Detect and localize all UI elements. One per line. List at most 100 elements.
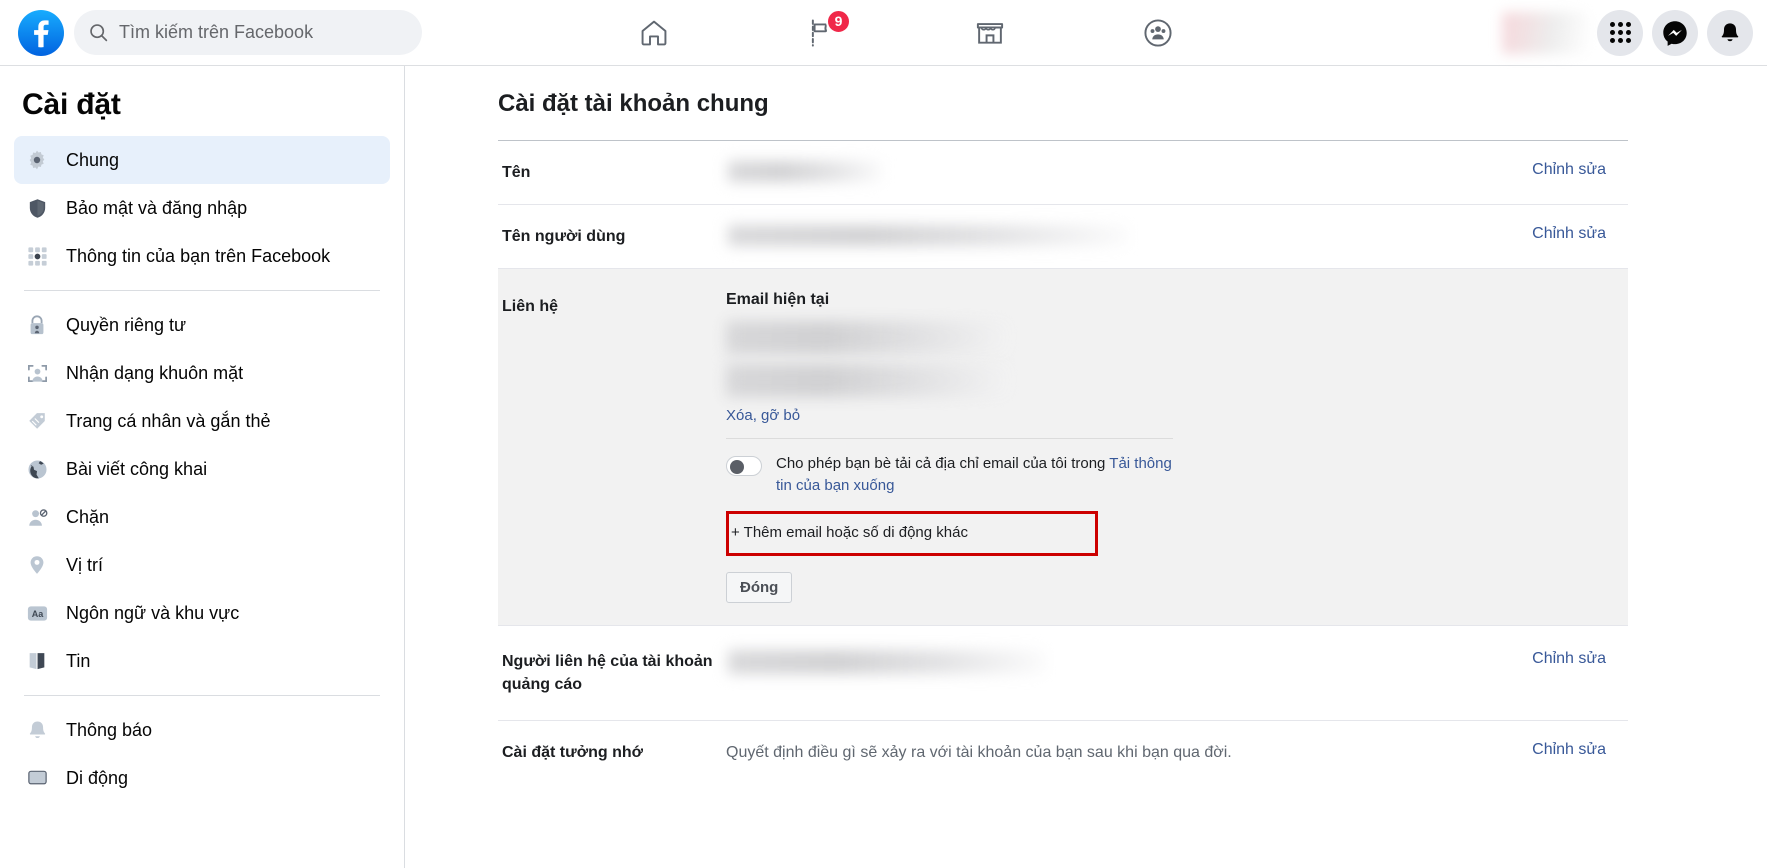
messenger-icon	[1663, 20, 1687, 46]
edit-username-button[interactable]: Chỉnh sửa	[1488, 225, 1628, 243]
sidebar-item-stories[interactable]: Tin	[14, 637, 390, 685]
shield-icon	[24, 195, 50, 221]
edit-memorialization-button[interactable]: Chỉnh sửa	[1488, 741, 1628, 759]
close-button[interactable]: Đóng	[726, 571, 793, 603]
sidebar-item-privacy[interactable]: Quyền riêng tư	[14, 301, 390, 349]
bell-icon	[1721, 22, 1739, 41]
friend-email-download-toggle[interactable]	[726, 456, 762, 477]
sidebar-divider-1	[24, 290, 380, 291]
email-entry	[726, 321, 1458, 355]
sidebar-label: Chặn	[66, 506, 110, 527]
sidebar-label: Trang cá nhân và gắn thẻ	[66, 410, 271, 431]
current-email-heading: Email hiện tại	[726, 291, 830, 309]
nav-tab-groups[interactable]	[1127, 7, 1189, 59]
sidebar-label: Chung	[66, 149, 120, 170]
topbar-left-section: Tìm kiếm trên Facebook	[0, 9, 430, 56]
email-entry	[726, 364, 1458, 398]
sidebar-label: Nhận dạng khuôn mặt	[66, 362, 244, 383]
pages-badge-count: 9	[826, 8, 851, 34]
sidebar-label: Ngôn ngữ và khu vực	[66, 602, 240, 623]
lock-icon	[24, 312, 50, 338]
add-contact-highlight-box: + Thêm email hoặc số di động khác	[726, 510, 1098, 556]
add-email-or-mobile-link[interactable]: + Thêm email hoặc số di động khác	[731, 524, 968, 541]
facebook-logo-icon[interactable]	[18, 9, 64, 56]
sidebar-item-location[interactable]: Vị trí	[14, 541, 390, 589]
store-icon	[976, 22, 1004, 44]
face-recognition-icon	[24, 360, 50, 386]
block-user-icon	[24, 504, 50, 530]
gear-icon	[24, 147, 50, 173]
setting-row-memorialization: Cài đặt tưởng nhớ Quyết định điều gì sẽ …	[498, 721, 1628, 785]
sidebar-item-public-posts[interactable]: Bài viết công khai	[14, 445, 390, 493]
home-icon	[641, 20, 667, 45]
tag-icon	[24, 408, 50, 434]
sidebar-title: Cài đặt	[22, 88, 121, 121]
search-input[interactable]: Tìm kiếm trên Facebook	[74, 10, 422, 55]
sidebar-item-language[interactable]: Aa Ngôn ngữ và khu vực	[14, 589, 390, 637]
nav-tab-marketplace[interactable]	[959, 7, 1021, 59]
search-icon	[90, 24, 108, 42]
notifications-button[interactable]	[1707, 9, 1753, 56]
remove-email-link[interactable]: Xóa, gỡ bỏ	[726, 407, 1458, 424]
setting-row-ad-account-contact: Người liên hệ của tài khoản quảng cáo Ch…	[498, 626, 1628, 720]
edit-name-button[interactable]: Chỉnh sửa	[1488, 161, 1628, 179]
setting-row-username: Tên người dùng Chỉnh sửa	[498, 205, 1628, 268]
language-aa-icon: Aa	[24, 600, 50, 626]
settings-sidebar: Cài đặt Chung Bảo mật và đăng nhập Thông…	[0, 66, 405, 868]
sidebar-label: Bài viết công khai	[66, 458, 208, 479]
sidebar-item-notifications[interactable]: Thông báo	[14, 706, 390, 754]
edit-ad-contact-button[interactable]: Chỉnh sửa	[1488, 650, 1628, 668]
messenger-button[interactable]	[1652, 9, 1698, 56]
sidebar-item-blocking[interactable]: Chặn	[14, 493, 390, 541]
sidebar-item-face-recognition[interactable]: Nhận dạng khuôn mặt	[14, 349, 390, 397]
toggle-description-text: Cho phép bạn bè tải cả địa chỉ email của…	[776, 455, 1110, 473]
friend-email-download-toggle-row: Cho phép bạn bè tải cả địa chỉ email của…	[726, 439, 1176, 509]
nav-tab-home[interactable]	[623, 7, 685, 59]
topbar-right-section	[1502, 9, 1767, 56]
sidebar-label: Di động	[66, 767, 129, 788]
book-icon	[24, 648, 50, 674]
row-value-redacted	[726, 161, 1488, 182]
row-value-redacted	[726, 225, 1488, 247]
mobile-icon	[24, 765, 50, 791]
grid-menu-icon	[1609, 22, 1631, 43]
contact-panel-body: Email hiện tại Xóa, gỡ bỏ Cho phép bạn b…	[726, 291, 1488, 603]
main-content: Cài đặt tài khoản chung Tên Chỉnh sửa Tê…	[406, 66, 1767, 868]
row-label: Tên	[502, 164, 531, 181]
toggle-description: Cho phép bạn bè tải cả địa chỉ email của…	[776, 453, 1176, 497]
search-placeholder-text: Tìm kiếm trên Facebook	[119, 22, 314, 42]
row-label: Tên người dùng	[502, 228, 626, 246]
page-title: Cài đặt tài khoản chung	[498, 90, 769, 117]
sidebar-label: Vị trí	[66, 554, 104, 575]
sidebar-item-security[interactable]: Bảo mật và đăng nhập	[14, 184, 390, 232]
grid-icon	[24, 243, 50, 269]
bell-icon	[24, 717, 50, 743]
grid-menu-button[interactable]	[1597, 9, 1643, 56]
sidebar-item-your-information[interactable]: Thông tin của bạn trên Facebook	[14, 232, 390, 280]
topbar-nav-tabs: 9	[430, 0, 1502, 65]
groups-icon	[1144, 18, 1172, 47]
location-pin-icon	[24, 552, 50, 578]
sidebar-label: Thông báo	[66, 719, 153, 740]
profile-avatar[interactable]	[1502, 11, 1588, 54]
sidebar-item-mobile[interactable]: Di động	[14, 754, 390, 802]
row-label: Người liên hệ của tài khoản quảng cáo	[502, 652, 713, 694]
sidebar-item-profile-tagging[interactable]: Trang cá nhân và gắn thẻ	[14, 397, 390, 445]
sidebar-label: Tin	[66, 650, 91, 671]
row-label: Cài đặt tưởng nhớ	[502, 744, 643, 762]
sidebar-divider-2	[24, 695, 380, 696]
nav-tab-pages[interactable]: 9	[791, 7, 853, 59]
memorialization-description: Quyết định điều gì sẽ xảy ra với tài kho…	[726, 744, 1232, 762]
svg-text:Aa: Aa	[31, 608, 43, 618]
sidebar-label: Thông tin của bạn trên Facebook	[66, 245, 331, 266]
sidebar-label: Quyền riêng tư	[66, 314, 187, 335]
globe-icon	[24, 456, 50, 482]
row-label: Liên hệ	[502, 298, 559, 316]
toggle-knob	[730, 460, 744, 475]
setting-row-contact-expanded: Liên hệ Email hiện tại Xóa, gỡ bỏ Cho ph…	[498, 269, 1628, 625]
sidebar-item-general[interactable]: Chung	[14, 136, 390, 184]
top-navigation-bar: Tìm kiếm trên Facebook 9	[0, 0, 1767, 66]
setting-row-name: Tên Chỉnh sửa	[498, 141, 1628, 204]
sidebar-label: Bảo mật và đăng nhập	[66, 197, 248, 218]
row-value-redacted	[726, 649, 1488, 674]
